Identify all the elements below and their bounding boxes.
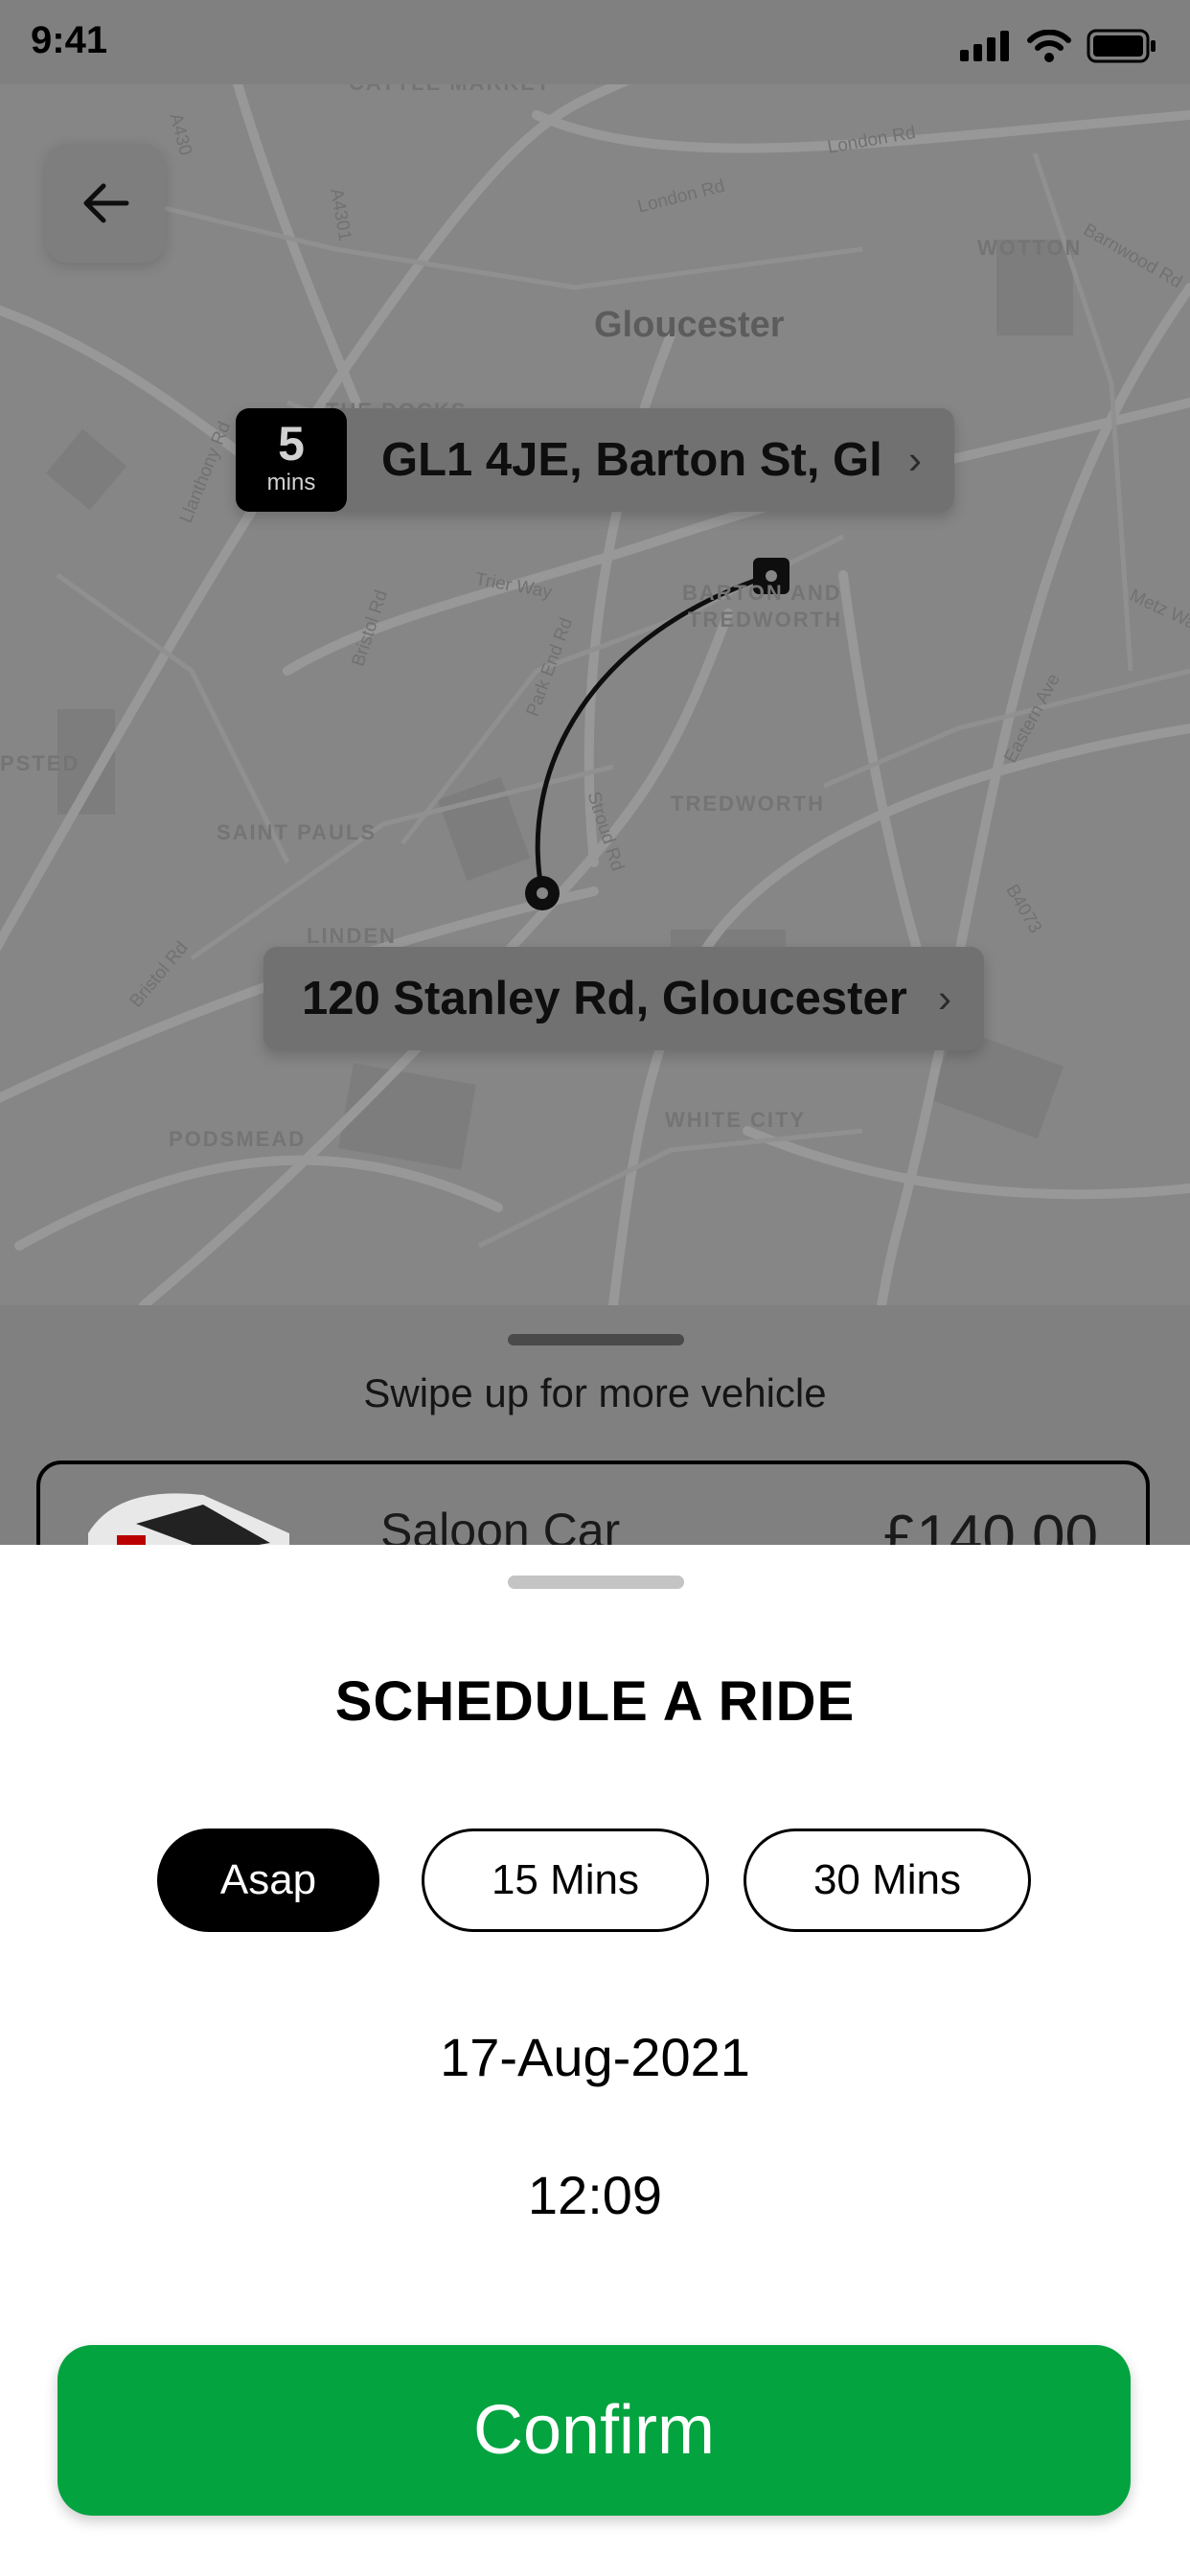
- time-picker[interactable]: 12:09: [0, 2164, 1190, 2226]
- option-30-mins[interactable]: 30 Mins: [744, 1828, 1031, 1932]
- wifi-icon: [1027, 30, 1071, 62]
- status-bar: 9:41: [0, 0, 1190, 84]
- battery-icon: [1087, 29, 1156, 63]
- overlay-dim: [0, 0, 1190, 1545]
- cellular-signal-icon: [960, 31, 1009, 61]
- status-time: 9:41: [31, 19, 108, 61]
- confirm-button[interactable]: Confirm: [57, 2345, 1131, 2516]
- option-15-mins[interactable]: 15 Mins: [422, 1828, 709, 1932]
- sheet-title: SCHEDULE A RIDE: [334, 1670, 856, 1733]
- date-picker[interactable]: 17-Aug-2021: [0, 2026, 1190, 2088]
- option-asap[interactable]: Asap: [157, 1828, 379, 1932]
- sheet-handle[interactable]: [508, 1576, 684, 1589]
- schedule-ride-sheet: SCHEDULE A RIDE Asap 15 Mins 30 Mins 17-…: [0, 1545, 1190, 2576]
